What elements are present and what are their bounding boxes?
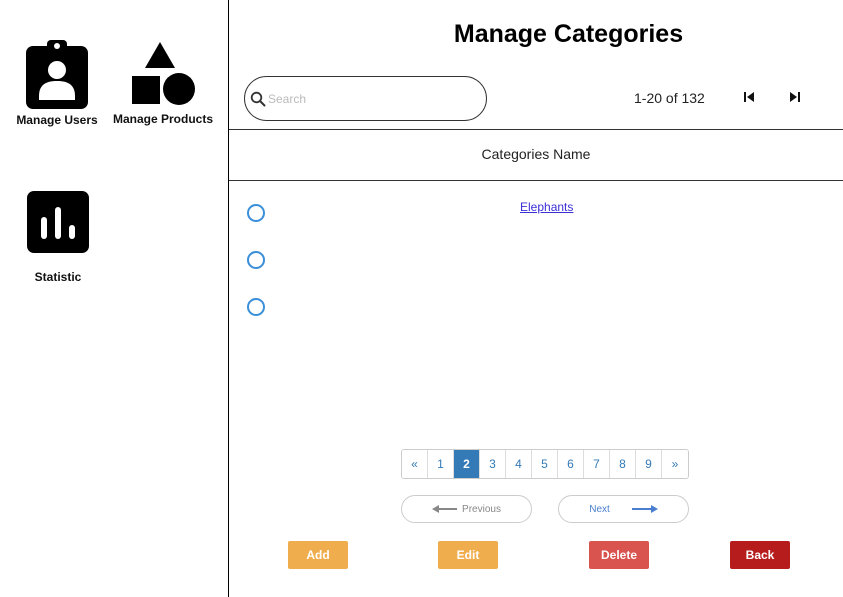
- pagination: « 1 2 3 4 5 6 7 8 9 »: [401, 449, 689, 479]
- nav-label-manage-users: Manage Users: [16, 113, 98, 127]
- pagination-page[interactable]: 9: [636, 450, 662, 478]
- shapes-icon: [132, 42, 195, 105]
- arrow-left-icon: [432, 505, 458, 513]
- sidebar: Manage Users Manage Products Statistic: [0, 0, 229, 597]
- edit-button[interactable]: Edit: [438, 541, 498, 569]
- nav-manage-products[interactable]: Manage Products: [112, 42, 214, 126]
- column-header-label: Categories Name: [481, 146, 591, 162]
- pagination-page-active[interactable]: 2: [454, 450, 480, 478]
- delete-button[interactable]: Delete: [589, 541, 649, 569]
- row-radio[interactable]: [247, 298, 265, 316]
- row-radio[interactable]: [247, 204, 265, 222]
- pagination-page[interactable]: 1: [428, 450, 454, 478]
- page-range: 1-20 of 132: [634, 90, 705, 106]
- divider: [229, 129, 843, 130]
- pagination-next[interactable]: »: [662, 450, 688, 478]
- pagination-page[interactable]: 5: [532, 450, 558, 478]
- next-button[interactable]: Next: [558, 495, 689, 523]
- arrow-right-icon: [631, 505, 658, 513]
- page-title: Manage Categories: [453, 20, 684, 48]
- pagination-prev[interactable]: «: [402, 450, 428, 478]
- search-icon: [250, 91, 266, 106]
- category-link[interactable]: Elephants: [520, 200, 573, 214]
- add-button[interactable]: Add: [288, 541, 348, 569]
- pagination-page[interactable]: 4: [506, 450, 532, 478]
- pagination-page[interactable]: 7: [584, 450, 610, 478]
- previous-label: Previous: [462, 503, 501, 515]
- pagination-page[interactable]: 3: [480, 450, 506, 478]
- manage-users-icon: [26, 40, 88, 109]
- next-label: Next: [589, 503, 610, 515]
- search-box[interactable]: [244, 76, 487, 121]
- divider: [229, 180, 843, 181]
- first-page-icon[interactable]: [741, 89, 757, 105]
- pagination-page[interactable]: 6: [558, 450, 584, 478]
- nav-label-manage-products: Manage Products: [112, 112, 214, 126]
- nav-statistic[interactable]: Statistic: [18, 191, 98, 284]
- last-page-icon[interactable]: [787, 89, 803, 105]
- column-header: Categories Name: [229, 146, 843, 162]
- previous-button[interactable]: Previous: [401, 495, 532, 523]
- main-content: Manage Categories 1-20 of 132 Categories…: [229, 0, 843, 597]
- row-radio[interactable]: [247, 251, 265, 269]
- nav-label-statistic: Statistic: [34, 270, 82, 284]
- bar-chart-icon: [27, 191, 89, 253]
- pagination-page[interactable]: 8: [610, 450, 636, 478]
- nav-manage-users[interactable]: Manage Users: [14, 40, 100, 127]
- back-button[interactable]: Back: [730, 541, 790, 569]
- search-input[interactable]: [268, 91, 468, 106]
